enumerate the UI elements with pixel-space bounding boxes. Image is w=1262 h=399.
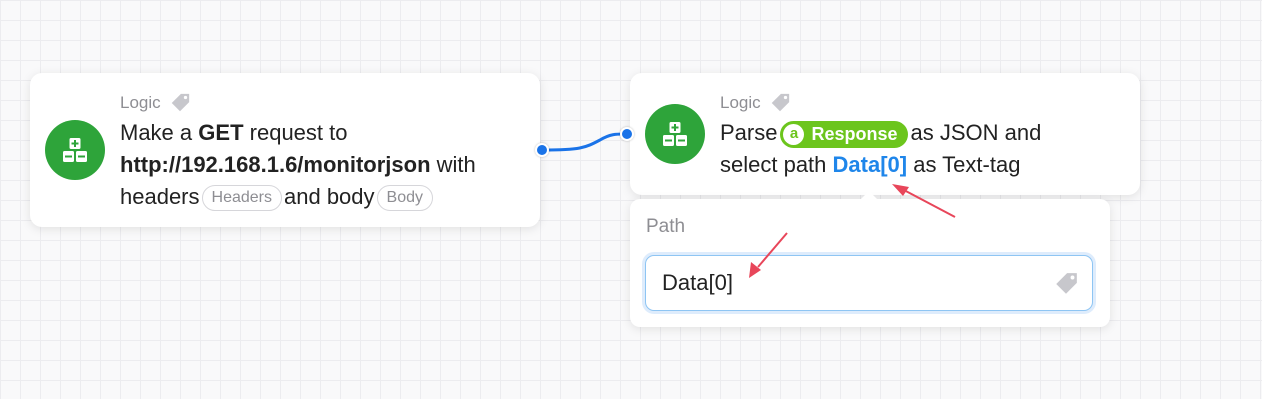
category-label: Logic: [120, 93, 161, 112]
description-line-2: http://192.168.1.6/monitorjson with: [120, 152, 476, 177]
response-variable-chip[interactable]: a Response: [780, 120, 908, 148]
parse-json-node[interactable]: Logic Parse a Response as JSON and select p…: [630, 73, 1140, 195]
tag-icon: [171, 93, 189, 112]
blocks-icon: [645, 104, 705, 164]
node-category: Logic: [720, 92, 791, 114]
path-token[interactable]: Data[0]: [833, 152, 908, 177]
popup-caret: [860, 191, 878, 200]
blocks-icon: [45, 120, 105, 180]
path-input-value[interactable]: Data[0]: [662, 256, 733, 310]
node-description: Parse a Response as JSON and select path Da…: [720, 117, 1041, 181]
tag-icon: [771, 93, 789, 112]
output-port[interactable]: [535, 143, 549, 157]
path-input[interactable]: Data[0]: [645, 255, 1093, 311]
tag-icon[interactable]: [1053, 271, 1079, 297]
path-field-label: Path: [646, 216, 686, 237]
description-line-1: Make a GET request to: [120, 120, 348, 145]
description-line-2: select path Data[0] as Text-tag: [720, 152, 1021, 177]
http-method[interactable]: GET: [198, 120, 243, 145]
node-category: Logic: [120, 92, 191, 114]
response-label: Response: [811, 124, 898, 144]
description-line-3: headers Headers and body Body: [120, 181, 476, 213]
headers-chip[interactable]: Headers: [201, 185, 282, 211]
input-port[interactable]: [620, 127, 634, 141]
body-chip[interactable]: Body: [376, 185, 433, 211]
request-url[interactable]: http://192.168.1.6/monitorjson: [120, 152, 431, 177]
category-label: Logic: [720, 93, 761, 112]
description-line-1: Parse a Response as JSON and: [720, 117, 1041, 149]
node-description: Make a GET request to http://192.168.1.6…: [120, 117, 476, 213]
response-type-badge: a: [783, 123, 805, 145]
http-request-node[interactable]: Logic Make a GET request to http://192.1…: [30, 73, 540, 227]
path-popup: Path Data[0]: [630, 191, 1110, 327]
